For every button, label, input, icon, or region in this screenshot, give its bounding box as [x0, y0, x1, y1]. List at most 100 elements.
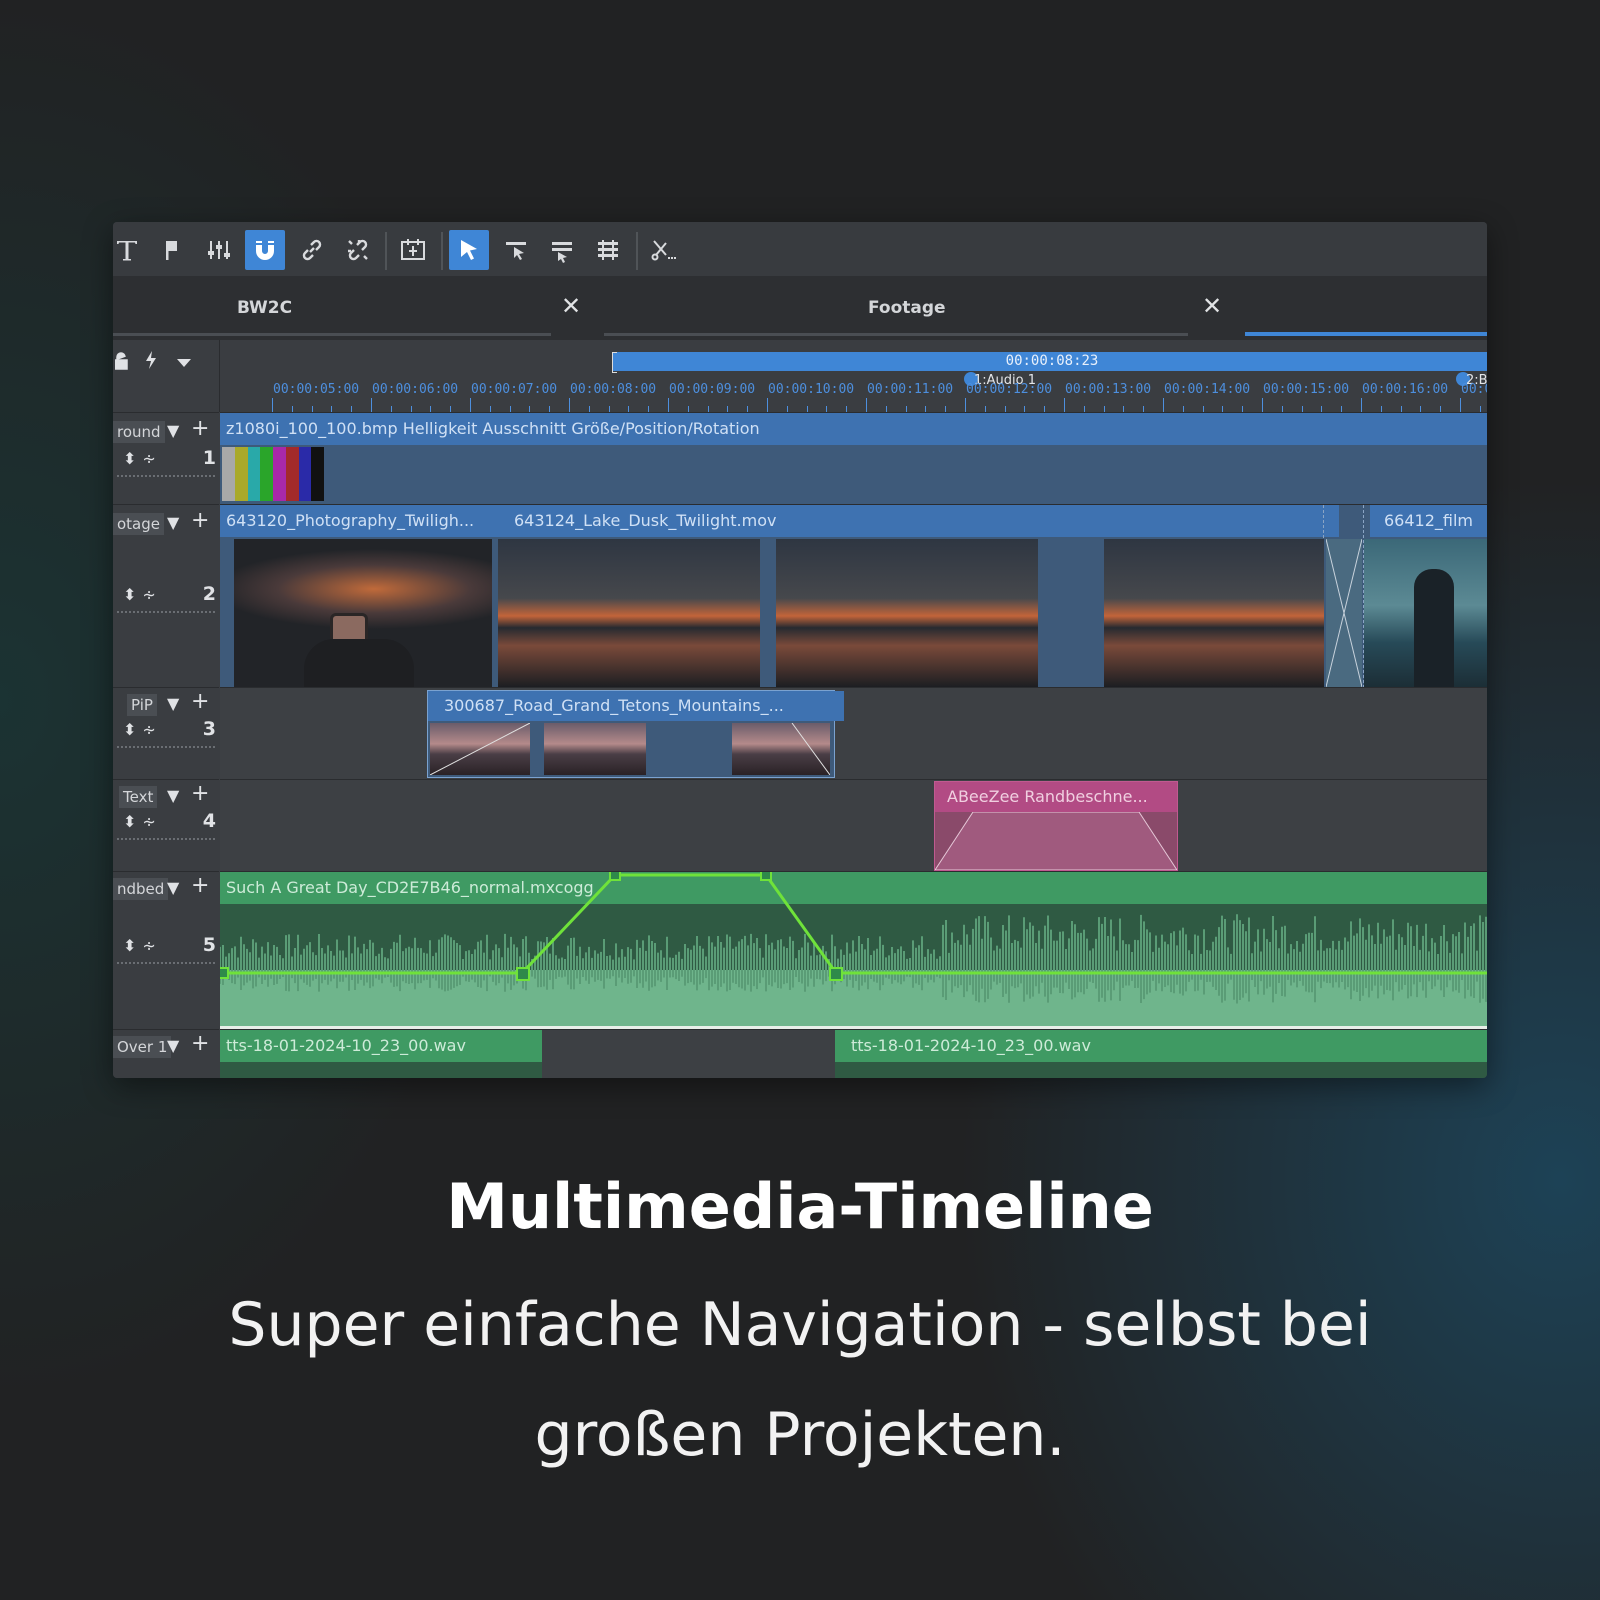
voiceover-clip-2[interactable]: tts-18-01-2024-10_23_00.wav: [835, 1030, 1487, 1078]
range-start-handle[interactable]: [612, 352, 617, 373]
playback-range-bar[interactable]: 00:00:08:23: [612, 352, 1487, 371]
track-height-icon[interactable]: ⬍∻: [123, 585, 162, 604]
overwrite-mode-icon[interactable]: [542, 230, 582, 270]
ruler-timecode: 00:00:13:00: [1065, 382, 1152, 397]
thumbnail-lake-dusk-2: [776, 539, 1038, 687]
clip-title[interactable]: 643120_Photography_Twiligh...: [220, 505, 498, 537]
ripple-mode-icon[interactable]: [588, 230, 628, 270]
clip-title[interactable]: 66412_film: [1370, 505, 1487, 537]
thumbnail-mountains-1: [430, 723, 530, 775]
track-menu-icon[interactable]: ▼: [167, 1036, 179, 1055]
add-track-icon[interactable]: +: [191, 1031, 209, 1056]
ruler-timecode: 00:00:15:00: [1263, 382, 1350, 397]
thumbnail-mountains-3: [732, 723, 830, 775]
unlink-icon[interactable]: [338, 230, 378, 270]
track-height-icon[interactable]: ⬍∻: [123, 720, 162, 739]
clip-title[interactable]: 300687_Road_Grand_Tetons_Mountains_...: [428, 691, 844, 721]
clip-title[interactable]: 643124_Lake_Dusk_Twilight.mov: [498, 505, 1339, 537]
toolbar: [113, 222, 1487, 276]
ruler-tick: [1361, 398, 1362, 412]
thumbnail-beach: [1364, 539, 1487, 687]
ruler-timecode: 00:00:07:00: [471, 382, 558, 397]
track-lane-1[interactable]: z1080i_100_100.bmp Helligkeit Ausschnitt…: [220, 412, 1487, 505]
track-lane-4[interactable]: ABeeZee Randbeschne...: [220, 779, 1487, 872]
add-track-icon[interactable]: +: [191, 781, 209, 806]
track-name[interactable]: ndbed: [113, 878, 169, 900]
track-menu-icon[interactable]: ▼: [167, 786, 179, 805]
audio-mixer-icon[interactable]: [199, 230, 239, 270]
ruler-timecode: 00:00:14:00: [1164, 382, 1251, 397]
lightning-icon[interactable]: [143, 350, 159, 374]
clip-title[interactable]: tts-18-01-2024-10_23_00.wav: [220, 1030, 542, 1062]
sequence-tabs: BW2C ✕ Footage ✕: [113, 276, 1487, 340]
ruler-tick: [470, 398, 471, 412]
track-name[interactable]: Over 1: [113, 1036, 172, 1058]
track-name[interactable]: Text: [119, 786, 158, 808]
clip-title[interactable]: tts-18-01-2024-10_23_00.wav: [835, 1030, 1487, 1062]
track-header-5: ndbed ▼ + ⬍∻ 5: [113, 871, 219, 1030]
clip-title[interactable]: z1080i_100_100.bmp Helligkeit Ausschnitt…: [220, 413, 1487, 445]
select-arrow-icon[interactable]: [449, 230, 489, 270]
timeline-editor-window: BW2C ✕ Footage ✕ 00:00:08:23 1:Audio 1 2…: [113, 222, 1487, 1078]
add-track-icon[interactable]: +: [191, 689, 209, 714]
tab-bw2c-close-icon[interactable]: ✕: [561, 292, 581, 320]
track-lane-2[interactable]: 643120_Photography_Twiligh... 643124_Lak…: [220, 504, 1487, 688]
track-lane-6[interactable]: tts-18-01-2024-10_23_00.wav tts-18-01-20…: [220, 1029, 1487, 1078]
track-name[interactable]: PiP: [127, 694, 157, 716]
track-menu-icon[interactable]: ▼: [167, 878, 179, 897]
track-height-icon[interactable]: ⬍∻: [123, 449, 162, 468]
scissors-icon[interactable]: [644, 230, 684, 270]
track-name[interactable]: otage: [113, 513, 165, 535]
ruler-tick: [272, 398, 273, 412]
multicam-icon[interactable]: [393, 230, 433, 270]
add-track-icon[interactable]: +: [191, 416, 209, 441]
tab-footage-close-icon[interactable]: ✕: [1202, 292, 1222, 320]
ruler-tick: [569, 398, 570, 412]
track-lane-5[interactable]: Such A Great Day_CD2E7B46_normal.mxcogg: [220, 871, 1487, 1030]
link-icon[interactable]: [292, 230, 332, 270]
lock-icon[interactable]: [114, 352, 131, 374]
track-lane-3[interactable]: 300687_Road_Grand_Tetons_Mountains_...: [220, 687, 1487, 780]
volume-envelope[interactable]: [220, 872, 1487, 1030]
thumbnail-lake-dusk-3: [1104, 539, 1324, 687]
ruler-timecode: 00:00:10:00: [768, 382, 855, 397]
ruler-tick: [1163, 398, 1164, 412]
clip-title[interactable]: ABeeZee Randbeschne...: [935, 782, 1177, 812]
ruler-timecode: 00:00:05:00: [273, 382, 360, 397]
ruler-tick: [767, 398, 768, 412]
track-header-1: round ▼ + ⬍∻ 1: [113, 412, 219, 505]
track-header-6: Over 1 ▼ +: [113, 1029, 219, 1078]
ruler-controls: [113, 340, 219, 412]
ruler-tick: [965, 398, 966, 412]
thumbnail-lake-dusk-1: [498, 539, 760, 687]
ruler-timecode: 00:0: [1461, 382, 1487, 397]
track-menu-icon[interactable]: ▼: [167, 421, 179, 440]
track-height-icon[interactable]: ⬍∻: [123, 936, 162, 955]
track-number: 4: [202, 810, 216, 832]
transition-thumbnail[interactable]: [1326, 539, 1362, 687]
ruler-tick: [668, 398, 669, 412]
ruler-timecode: 00:00:06:00: [372, 382, 459, 397]
voiceover-clip-1[interactable]: tts-18-01-2024-10_23_00.wav: [220, 1030, 542, 1078]
add-track-icon[interactable]: +: [191, 508, 209, 533]
text-icon[interactable]: [113, 230, 147, 270]
ruler-timecode: 00:00:12:00: [966, 382, 1053, 397]
clip-body[interactable]: [220, 445, 1487, 505]
text-clip[interactable]: ABeeZee Randbeschne...: [934, 781, 1178, 871]
add-track-icon[interactable]: +: [191, 873, 209, 898]
track-menu-icon[interactable]: ▼: [167, 694, 179, 713]
tab-bw2c[interactable]: BW2C: [237, 298, 292, 318]
track-number: 5: [202, 934, 216, 956]
track-menu-icon[interactable]: ▼: [167, 513, 179, 532]
track-name[interactable]: round: [113, 421, 165, 443]
magnet-icon[interactable]: [245, 230, 285, 270]
flag-icon[interactable]: [152, 230, 192, 270]
track-number: 2: [202, 583, 216, 605]
dropdown-icon[interactable]: [177, 354, 191, 373]
ruler-timecode: 00:00:08:00: [570, 382, 657, 397]
pip-clip[interactable]: 300687_Road_Grand_Tetons_Mountains_...: [427, 690, 844, 778]
tab-footage[interactable]: Footage: [868, 298, 946, 318]
insert-mode-icon[interactable]: [496, 230, 536, 270]
time-ruler[interactable]: 00:00:08:23 1:Audio 1 2:Beach Shot 00:00…: [219, 340, 1487, 412]
track-height-icon[interactable]: ⬍∻: [123, 812, 162, 831]
